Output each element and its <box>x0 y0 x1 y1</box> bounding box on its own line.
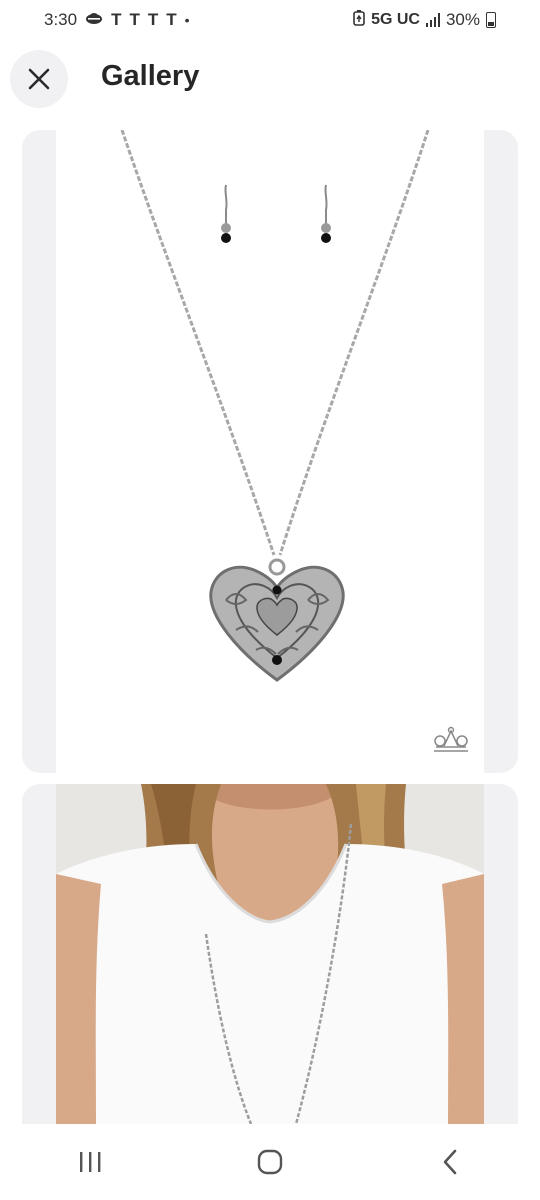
signal-icon <box>425 13 440 27</box>
back-button[interactable] <box>410 1132 490 1192</box>
system-nav-bar <box>0 1124 540 1200</box>
heart-pendant <box>209 565 345 682</box>
earring-left <box>221 184 231 243</box>
carrier-icon: T <box>111 10 122 29</box>
home-button[interactable] <box>230 1132 310 1192</box>
header: Gallery <box>0 46 540 112</box>
gallery-image-card[interactable] <box>22 784 518 1124</box>
carrier-icon: T <box>147 10 159 29</box>
carrier-icon: T <box>129 10 140 29</box>
recent-apps-icon <box>80 1152 101 1172</box>
close-icon <box>28 68 50 90</box>
status-right: 5G UC 30% <box>353 9 496 31</box>
crown-logo-icon <box>434 726 468 752</box>
status-time: 3:30 <box>44 10 78 29</box>
network-label: 5G UC <box>371 11 420 28</box>
status-left: 3:30 T T T T • <box>44 10 190 30</box>
gallery-image-card[interactable] <box>22 130 518 773</box>
cloud-icon <box>85 10 103 30</box>
battery-saver-icon <box>353 9 365 31</box>
necklace-product-photo[interactable] <box>56 130 484 773</box>
model-wearing-necklace-photo[interactable] <box>56 784 484 1124</box>
earring-right <box>321 184 331 243</box>
status-bar: 3:30 T T T T • 5G UC 30% <box>0 0 540 40</box>
home-icon <box>257 1149 283 1175</box>
notification-dot: • <box>184 12 190 28</box>
close-button[interactable] <box>10 50 68 108</box>
battery-percent: 30% <box>445 10 480 29</box>
recent-apps-button[interactable] <box>50 1132 130 1192</box>
back-icon <box>443 1149 457 1175</box>
carrier-icon: T <box>166 10 177 29</box>
battery-icon <box>486 12 496 28</box>
page-title: Gallery <box>101 60 200 92</box>
